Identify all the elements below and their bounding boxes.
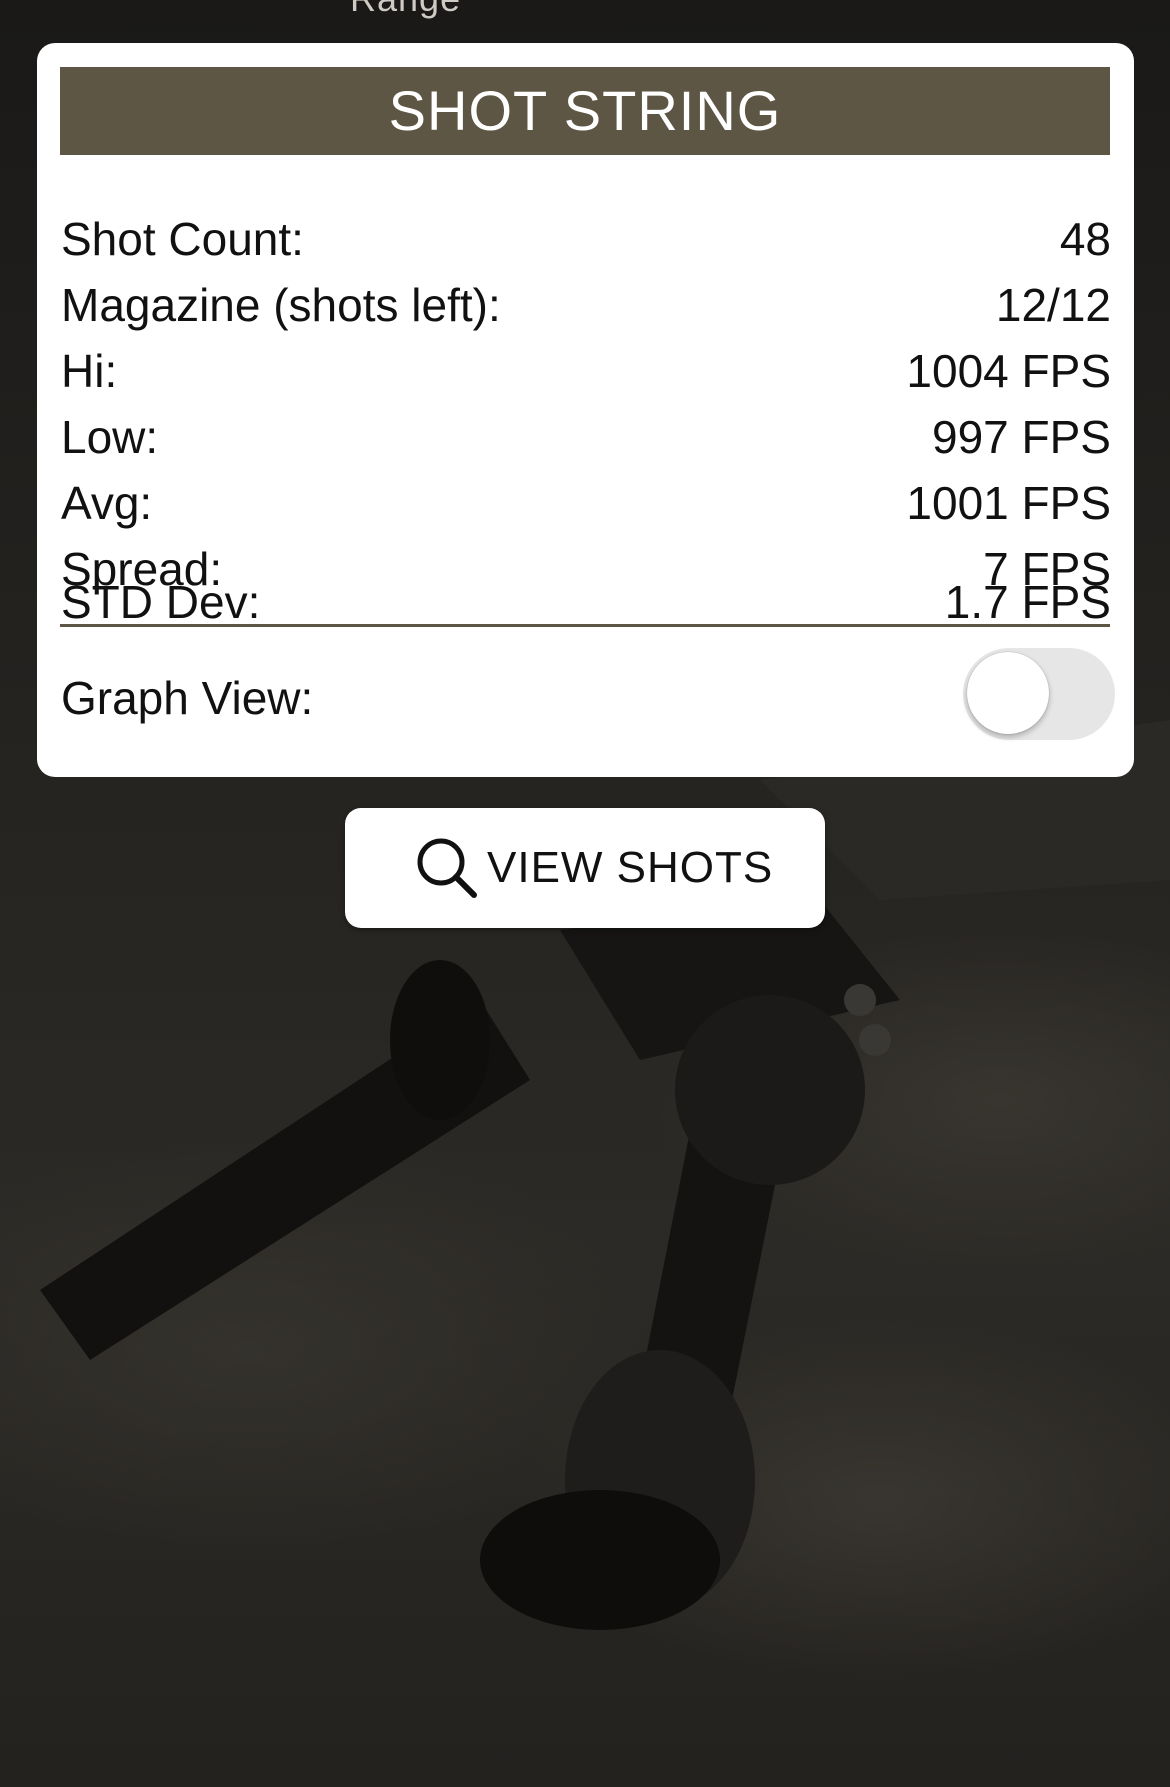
graph-view-toggle[interactable] bbox=[963, 648, 1115, 740]
toggle-knob bbox=[967, 652, 1049, 734]
stat-row-hi: Hi: 1004 FPS bbox=[61, 338, 1111, 404]
stat-value: 12/12 bbox=[995, 279, 1111, 331]
stat-row-low: Low: 997 FPS bbox=[61, 404, 1111, 470]
shot-string-card: SHOT STRING Shot Count: 48 Magazine (sho… bbox=[37, 43, 1134, 777]
stat-label: Avg: bbox=[61, 477, 153, 529]
stat-label: Low: bbox=[61, 411, 159, 463]
stat-row-avg: Avg: 1001 FPS bbox=[61, 470, 1111, 536]
stat-label: Magazine (shots left): bbox=[61, 279, 501, 331]
graph-view-label: Graph View: bbox=[61, 672, 314, 724]
stat-value: 48 bbox=[1059, 213, 1111, 265]
stat-value: 1001 FPS bbox=[906, 477, 1111, 529]
stat-value: 1004 FPS bbox=[906, 345, 1111, 397]
view-shots-button[interactable]: VIEW SHOTS bbox=[345, 808, 825, 928]
header-partial-text: Range bbox=[350, 0, 461, 20]
stats-divider bbox=[60, 624, 1110, 627]
search-icon bbox=[417, 838, 477, 898]
stat-value: 997 FPS bbox=[932, 411, 1111, 463]
stat-label: Shot Count: bbox=[61, 213, 304, 265]
stat-label: Hi: bbox=[61, 345, 118, 397]
stat-row-magazine: Magazine (shots left): 12/12 bbox=[61, 272, 1111, 338]
stat-row-shot-count: Shot Count: 48 bbox=[61, 206, 1111, 272]
view-shots-label: VIEW SHOTS bbox=[487, 843, 774, 892]
card-title: SHOT STRING bbox=[60, 67, 1110, 155]
